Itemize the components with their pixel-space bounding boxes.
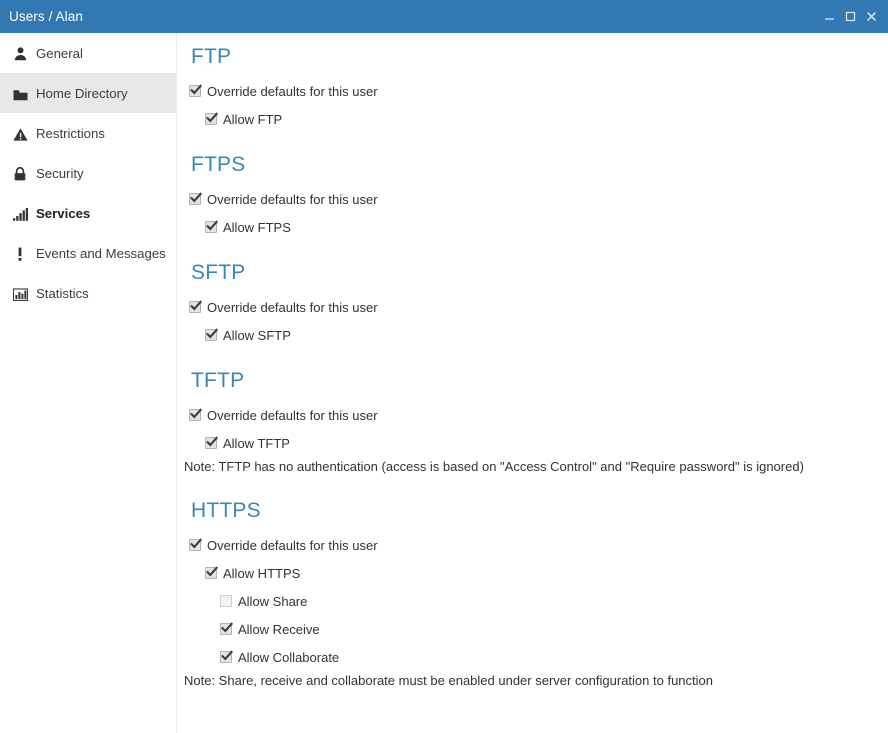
checkbox-row[interactable]: Override defaults for this user <box>177 300 378 315</box>
checkmark-icon <box>190 84 202 95</box>
checkbox-row[interactable]: Allow FTPS <box>177 220 378 235</box>
checkbox-override-defaults-for-this-user[interactable] <box>189 192 202 205</box>
checkbox-row[interactable]: Allow HTTPS <box>177 566 713 581</box>
checkbox-label: Allow HTTPS <box>223 566 301 581</box>
option-group: Override defaults for this user Allow FTP… <box>177 192 378 235</box>
checkbox-allow-sftp[interactable] <box>205 328 218 341</box>
checkbox-allow-ftp[interactable] <box>205 112 218 125</box>
checkbox-label: Allow Share <box>238 594 308 609</box>
checkbox-allow-share[interactable] <box>220 595 232 607</box>
sidebar-nav: General Home Directory Restrictions Securit… <box>0 33 177 733</box>
checkbox-label: Allow FTP <box>223 112 283 127</box>
sidebar-item-restrictions[interactable]: Restrictions <box>0 113 176 153</box>
checkmark-icon <box>190 408 202 419</box>
section-https: HTTPS Override defaults for this user Allo… <box>177 499 713 689</box>
checkbox-row[interactable]: Allow TFTP <box>177 436 804 451</box>
lock-icon <box>10 165 30 181</box>
folder-icon <box>10 85 30 101</box>
section-title: HTTPS <box>191 499 261 522</box>
section-sftp: SFTP Override defaults for this user Allow… <box>177 262 378 343</box>
section-title: FTP <box>191 45 232 68</box>
checkbox-allow-collaborate[interactable] <box>220 650 233 663</box>
checkmark-icon <box>206 112 218 123</box>
checkmark-icon <box>206 436 218 447</box>
checkbox-row[interactable]: Allow Share <box>177 594 713 609</box>
checkbox-row[interactable]: Override defaults for this user <box>177 408 804 423</box>
checkbox-label: Override defaults for this user <box>207 84 378 99</box>
section-tftp: TFTP Override defaults for this user Allow… <box>177 369 804 475</box>
sidebar-item-label: Restrictions <box>36 125 105 141</box>
sidebar-item-security[interactable]: Security <box>0 153 176 193</box>
checkmark-icon <box>221 650 233 661</box>
checkbox-allow-https[interactable] <box>205 566 218 579</box>
exclamation-icon <box>10 245 30 261</box>
section-title: TFTP <box>191 369 245 392</box>
section-note: Note: TFTP has no authentication (access… <box>184 459 804 474</box>
option-group: Override defaults for this user Allow SFT… <box>177 300 378 343</box>
checkmark-icon <box>190 300 202 311</box>
checkbox-override-defaults-for-this-user[interactable] <box>189 300 202 313</box>
checkbox-row[interactable]: Override defaults for this user <box>177 192 378 207</box>
user-icon <box>10 45 30 61</box>
signal-bars-icon <box>10 205 30 221</box>
section-title: SFTP <box>191 261 246 284</box>
sidebar-item-statistics[interactable]: Statistics <box>0 273 176 313</box>
sidebar-item-home-directory[interactable]: Home Directory <box>0 73 176 113</box>
checkbox-label: Allow SFTP <box>223 328 291 343</box>
section-note: Note: Share, receive and collaborate mus… <box>184 673 713 688</box>
checkbox-row[interactable]: Override defaults for this user <box>177 84 378 99</box>
checkmark-icon <box>221 622 233 633</box>
checkmark-icon <box>190 192 202 203</box>
sidebar-item-label: Services <box>36 205 91 221</box>
option-group: Override defaults for this user Allow FTP <box>177 84 378 127</box>
section-ftps: FTPS Override defaults for this user Allow… <box>177 154 378 235</box>
warning-icon <box>10 125 30 141</box>
checkbox-row[interactable]: Allow SFTP <box>177 328 378 343</box>
checkbox-label: Allow FTPS <box>223 220 291 235</box>
sidebar-item-label: Statistics <box>36 285 89 301</box>
checkbox-label: Allow TFTP <box>223 436 290 451</box>
checkbox-label: Override defaults for this user <box>207 300 378 315</box>
checkbox-label: Override defaults for this user <box>207 192 378 207</box>
services-panel: FTP Override defaults for this user Allow … <box>177 33 888 733</box>
sidebar-item-events-and-messages[interactable]: Events and Messages <box>0 233 176 273</box>
checkmark-icon <box>206 328 218 339</box>
maximize-icon[interactable] <box>840 6 861 28</box>
checkbox-override-defaults-for-this-user[interactable] <box>189 538 202 551</box>
close-icon[interactable] <box>861 6 882 28</box>
window-titlebar: Users / Alan <box>0 0 888 33</box>
window-controls <box>819 6 888 28</box>
checkbox-label: Allow Collaborate <box>238 650 340 665</box>
checkbox-override-defaults-for-this-user[interactable] <box>189 84 202 97</box>
checkbox-allow-receive[interactable] <box>220 622 233 635</box>
checkbox-allow-tftp[interactable] <box>205 436 218 449</box>
sidebar-item-label: Security <box>36 165 84 181</box>
sidebar-item-label: Home Directory <box>36 85 128 101</box>
option-group: Override defaults for this user Allow HTT… <box>177 538 713 688</box>
minimize-icon[interactable] <box>819 6 840 28</box>
checkbox-row[interactable]: Allow Collaborate <box>177 650 713 665</box>
checkmark-icon <box>206 566 218 577</box>
sidebar-item-label: General <box>36 45 83 61</box>
checkbox-label: Override defaults for this user <box>207 538 378 553</box>
checkbox-row[interactable]: Override defaults for this user <box>177 538 713 553</box>
sidebar-item-label: Events and Messages <box>36 245 166 261</box>
checkmark-icon <box>190 538 202 549</box>
checkbox-override-defaults-for-this-user[interactable] <box>189 408 202 421</box>
checkbox-label: Override defaults for this user <box>207 408 378 423</box>
sidebar-item-general[interactable]: General <box>0 33 176 73</box>
checkbox-label: Allow Receive <box>238 622 320 637</box>
option-group: Override defaults for this user Allow TFT… <box>177 408 804 474</box>
checkbox-row[interactable]: Allow FTP <box>177 112 378 127</box>
bar-chart-icon <box>10 285 30 301</box>
checkbox-allow-ftps[interactable] <box>205 220 218 233</box>
window-title: Users / Alan <box>9 9 83 24</box>
sidebar-item-services[interactable]: Services <box>0 193 176 233</box>
checkbox-row[interactable]: Allow Receive <box>177 622 713 637</box>
section-ftp: FTP Override defaults for this user Allow … <box>177 46 378 127</box>
section-title: FTPS <box>191 153 246 176</box>
checkmark-icon <box>206 220 218 231</box>
